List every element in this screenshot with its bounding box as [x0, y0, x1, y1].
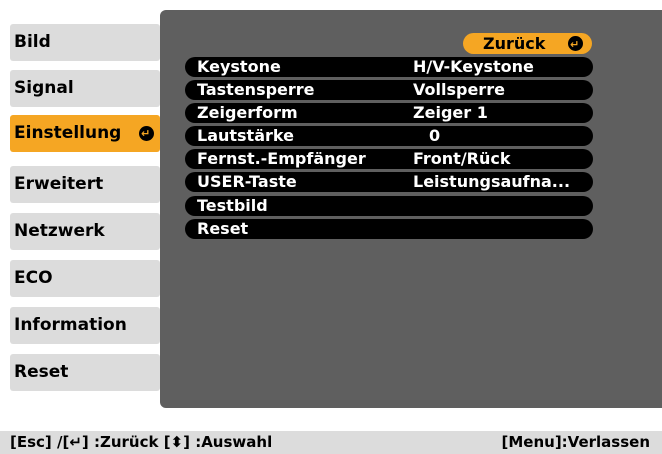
- footer-hint-bar: [Esc] /[↵] :Zurück [⬍] :Auswahl [Menu]:V…: [0, 431, 662, 454]
- sidebar-item-information[interactable]: Information: [10, 307, 160, 344]
- sidebar-item-label: ECO: [14, 268, 53, 288]
- menu-row-label: Testbild: [197, 196, 268, 215]
- menu-row-value: H/V-Keystone: [413, 57, 534, 76]
- menu-row-label: Reset: [197, 219, 249, 238]
- sidebar-item-reset[interactable]: Reset: [10, 354, 160, 391]
- sidebar-item-label: Bild: [14, 32, 51, 52]
- sidebar-item-label: Netzwerk: [14, 221, 105, 241]
- menu-row-label: Zeigerform: [197, 103, 298, 122]
- sidebar-item-signal[interactable]: Signal: [10, 70, 160, 107]
- menu-row-value: 0: [429, 126, 441, 145]
- menu-row-label: USER-Taste: [197, 172, 297, 191]
- sidebar-item-label: Einstellung: [14, 123, 122, 143]
- menu-row-testbild[interactable]: Testbild: [185, 196, 593, 216]
- menu-row-value: Leistungsaufna...: [413, 172, 571, 191]
- back-button[interactable]: Zurück: [463, 33, 592, 55]
- enter-icon: [568, 34, 583, 55]
- menu-row-tastensperre[interactable]: Tastensperre Vollsperre: [185, 80, 593, 100]
- sidebar-item-netzwerk[interactable]: Netzwerk: [10, 213, 160, 250]
- menu-row-label: Fernst.-Empfänger: [197, 149, 366, 168]
- sidebar-item-bild[interactable]: Bild: [10, 24, 160, 61]
- menu-row-label: Lautstärke: [197, 126, 294, 145]
- menu-row-user-taste[interactable]: USER-Taste Leistungsaufna...: [185, 172, 593, 192]
- footer-exit-hint: [Menu]:Verlassen: [501, 433, 651, 451]
- enter-icon: [139, 115, 154, 152]
- sidebar-item-label: Reset: [14, 362, 69, 382]
- menu-row-lautstaerke[interactable]: Lautstärke 0: [185, 126, 593, 146]
- menu-row-label: Keystone: [197, 57, 281, 76]
- menu-row-value: Zeiger 1: [413, 103, 488, 122]
- menu-row-keystone[interactable]: Keystone H/V-Keystone: [185, 57, 593, 77]
- menu-row-reset[interactable]: Reset: [185, 219, 593, 239]
- sidebar-item-label: Erweitert: [14, 174, 104, 194]
- sidebar: Bild Signal Einstellung Erweitert Netzwe…: [0, 0, 168, 410]
- sidebar-item-eco[interactable]: ECO: [10, 260, 160, 297]
- footer-navigation-hints: [Esc] /[↵] :Zurück [⬍] :Auswahl: [10, 433, 273, 451]
- menu-row-value: Front/Rück: [413, 149, 511, 168]
- menu-row-fernst-empfaenger[interactable]: Fernst.-Empfänger Front/Rück: [185, 149, 593, 169]
- sidebar-item-label: Signal: [14, 78, 74, 98]
- sidebar-item-einstellung[interactable]: Einstellung: [10, 115, 160, 152]
- menu-row-label: Tastensperre: [197, 80, 315, 99]
- sidebar-item-label: Information: [14, 315, 127, 335]
- sidebar-item-erweitert[interactable]: Erweitert: [10, 166, 160, 203]
- back-button-label: Zurück: [483, 34, 546, 53]
- menu-row-zeigerform[interactable]: Zeigerform Zeiger 1: [185, 103, 593, 123]
- menu-row-value: Vollsperre: [413, 80, 505, 99]
